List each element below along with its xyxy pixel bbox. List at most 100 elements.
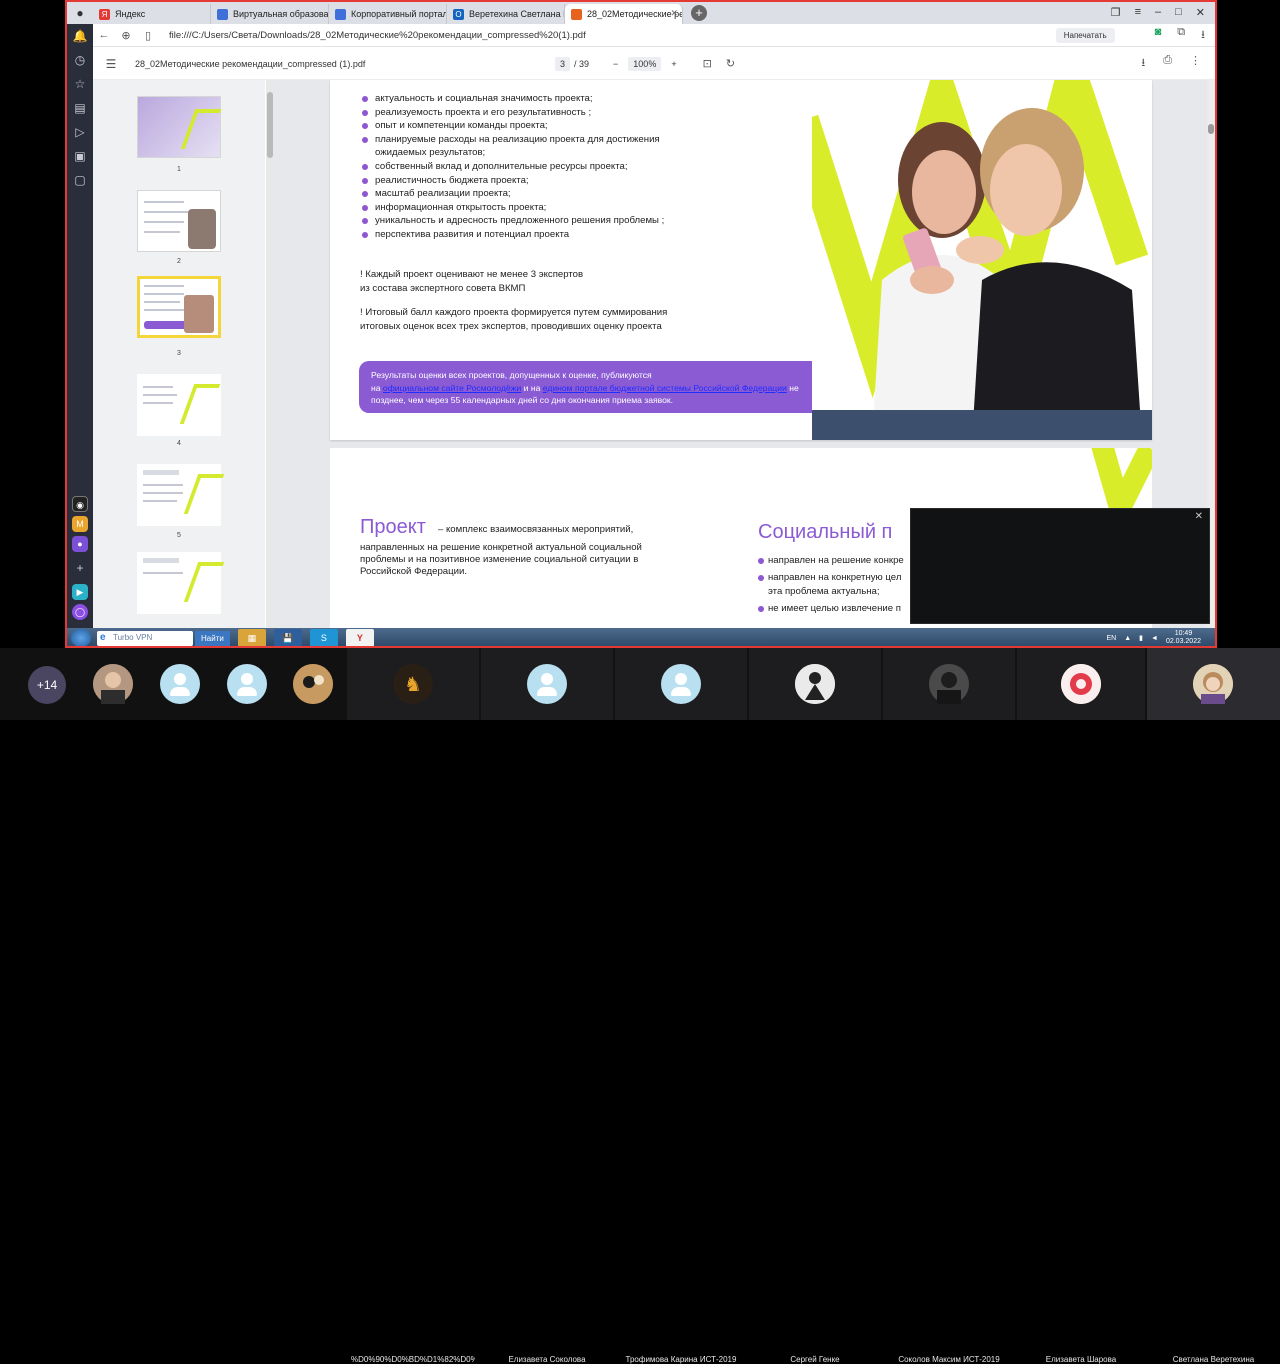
print-button[interactable]: Напечатать xyxy=(1055,27,1115,43)
language-indicator[interactable]: EN xyxy=(1106,635,1116,642)
participant-tile[interactable]: Соколов Максим ИСТ-2019 xyxy=(883,648,1015,1364)
participant-tile-active[interactable]: Светлана Веретехина xyxy=(1147,648,1280,1364)
skype-icon[interactable]: S xyxy=(309,629,338,646)
avatar[interactable] xyxy=(227,664,267,704)
history-icon[interactable]: ◷ xyxy=(67,48,93,72)
bookmark-icon[interactable]: ❐ xyxy=(1111,6,1121,19)
extensions-icon[interactable]: ⧉ xyxy=(1177,26,1185,45)
search-button[interactable]: Найти xyxy=(195,630,230,646)
thumbnail-page-2[interactable] xyxy=(137,190,221,252)
tab-yandex[interactable]: Я Яндекс xyxy=(93,4,211,24)
avatar[interactable] xyxy=(160,664,200,704)
zen-icon[interactable]: ▣ xyxy=(67,144,93,168)
profile-icon[interactable]: ● xyxy=(67,2,93,24)
bell-icon[interactable]: 🔔 xyxy=(67,24,93,48)
network-icon[interactable]: ▮ xyxy=(1139,634,1143,642)
thumbnail-label: 5 xyxy=(177,532,181,539)
participant-name: Трофимова Карина ИСТ-2019 xyxy=(625,1355,737,1364)
clock-date: 02.03.2022 xyxy=(1165,638,1201,645)
new-tab-button[interactable]: + xyxy=(691,5,707,21)
thumbnail-page-4[interactable] xyxy=(137,374,221,436)
callout-text: на xyxy=(371,382,383,393)
add-icon[interactable]: + xyxy=(67,556,93,580)
mail-icon[interactable]: M xyxy=(72,516,88,532)
tab-corporate-portal[interactable]: Корпоративный портал Р xyxy=(329,4,447,24)
start-button[interactable] xyxy=(71,629,91,646)
criteria-item: масштаб реализации проекта; xyxy=(360,187,700,201)
avatar xyxy=(1193,664,1233,704)
url-field[interactable]: file:///C:/Users/Света/Downloads/28_02Ме… xyxy=(169,30,586,41)
participant-tile[interactable]: Сергей Генке xyxy=(749,648,881,1364)
extension-icon[interactable]: ◙ xyxy=(1155,26,1162,45)
zoom-level[interactable]: 100% xyxy=(628,56,662,71)
play-icon[interactable]: ▷ xyxy=(67,120,93,144)
participant-tile[interactable]: Елизавета Шарова xyxy=(1017,648,1145,1364)
star-icon[interactable]: ☆ xyxy=(67,72,93,96)
taskbar-search-input[interactable]: e Turbo VPN xyxy=(97,630,193,646)
avatar: ♞ xyxy=(393,664,433,704)
criteria-item: планируемые расходы на реализацию проект… xyxy=(360,133,700,160)
thumbnail-page-1[interactable] xyxy=(137,96,222,158)
alice-icon[interactable]: ◯ xyxy=(72,604,88,620)
close-icon[interactable]: ✕ xyxy=(1195,511,1203,522)
page-number-input[interactable]: 3 xyxy=(555,56,571,71)
save-icon[interactable]: 💾 xyxy=(273,629,302,646)
zoom-in-icon[interactable]: + xyxy=(671,59,676,69)
participant-tile[interactable]: Елизавета Соколова xyxy=(481,648,613,1364)
rosmolodezh-link[interactable]: официальном сайте Росмолодёжи xyxy=(383,383,521,393)
explorer-icon[interactable]: ▦ xyxy=(237,629,266,646)
clock[interactable]: 10:49 02.03.2022 xyxy=(1166,630,1201,646)
downloads-icon[interactable]: ⭳ xyxy=(1201,26,1205,45)
participant-tile[interactable]: ♞ %D0%90%D0%BD%D1%82%D0%B... xyxy=(347,648,479,1364)
criteria-item: информационная открытость проекта; xyxy=(360,201,700,215)
thumbnail-page-3[interactable] xyxy=(137,276,221,338)
criteria-item: актуальность и социальная значимость про… xyxy=(360,92,700,106)
participant-tile[interactable]: Трофимова Карина ИСТ-2019 xyxy=(615,648,747,1364)
address-bar: ← ⊕ ▯ file:///C:/Users/Света/Downloads/2… xyxy=(93,24,1215,47)
project-definition-lead: – комплекс взаимосвязанных мероприятий, xyxy=(438,524,634,535)
fit-page-icon[interactable]: ⊡ xyxy=(703,57,712,70)
criteria-item: опыт и компетенции команды проекта; xyxy=(360,119,700,133)
print-icon[interactable]: ⎙ xyxy=(1163,54,1172,73)
page-icon xyxy=(217,8,228,20)
zoom-out-icon[interactable]: − xyxy=(613,59,618,69)
thumbnail-label: 1 xyxy=(177,166,181,173)
avatar[interactable] xyxy=(93,664,133,704)
close-icon[interactable]: ✕ xyxy=(670,8,678,19)
yandex-icon: Я xyxy=(99,8,110,20)
criteria-list: актуальность и социальная значимость про… xyxy=(360,92,700,242)
thumbnail-scrollbar[interactable] xyxy=(266,80,274,628)
tab-pdf[interactable]: 28_02Методические ре ✕ xyxy=(565,4,683,24)
social-project-list: направлен на решение конкре направлен на… xyxy=(758,554,904,616)
yandex-browser-icon[interactable]: Y xyxy=(345,629,374,646)
thumbnails-toggle-icon[interactable]: ☰ xyxy=(93,57,129,71)
tab-mail[interactable]: O Веретехина Светлана Вас xyxy=(447,4,565,24)
criteria-item: реалистичность бюджета проекта; xyxy=(360,174,700,188)
screenshot-icon[interactable]: ▢ xyxy=(67,168,93,192)
file-icon[interactable]: ▯ xyxy=(137,29,159,42)
thumbnail-page-5[interactable] xyxy=(137,464,225,526)
back-icon[interactable]: ← xyxy=(93,29,115,41)
tray-arrow-icon[interactable]: ▲ xyxy=(1124,635,1131,642)
system-tray: EN ▲ ▮ ◄ 10:49 02.03.2022 xyxy=(1106,630,1215,646)
volume-icon[interactable]: ◄ xyxy=(1151,635,1158,642)
maximize-icon[interactable]: □ xyxy=(1175,6,1182,19)
minimize-icon[interactable]: – xyxy=(1155,6,1161,19)
avatar[interactable] xyxy=(293,664,333,704)
shield-icon[interactable]: ⊕ xyxy=(115,29,137,42)
participant-name: Сергей Генке xyxy=(790,1355,840,1364)
menu-icon[interactable]: ≡ xyxy=(1135,6,1141,19)
music-icon[interactable]: ▶ xyxy=(72,584,88,600)
messenger-icon[interactable]: ● xyxy=(72,536,88,552)
budget-portal-link[interactable]: едином портале бюджетной системы Российс… xyxy=(543,383,787,393)
tab-virtual-edu[interactable]: Виртуальная образовате xyxy=(211,4,329,24)
download-icon[interactable]: ⭳ xyxy=(1141,54,1145,73)
participant-name: Соколов Максим ИСТ-2019 xyxy=(898,1355,1000,1364)
close-window-icon[interactable]: ✕ xyxy=(1196,6,1205,19)
more-participants-button[interactable]: +14 xyxy=(28,666,66,704)
rotate-icon[interactable]: ↻ xyxy=(726,57,735,70)
more-options-icon[interactable]: ⋮ xyxy=(1190,54,1201,73)
thumbnail-page-6[interactable] xyxy=(137,552,225,614)
record-icon[interactable]: ◉ xyxy=(72,496,88,512)
collections-icon[interactable]: ▤ xyxy=(67,96,93,120)
